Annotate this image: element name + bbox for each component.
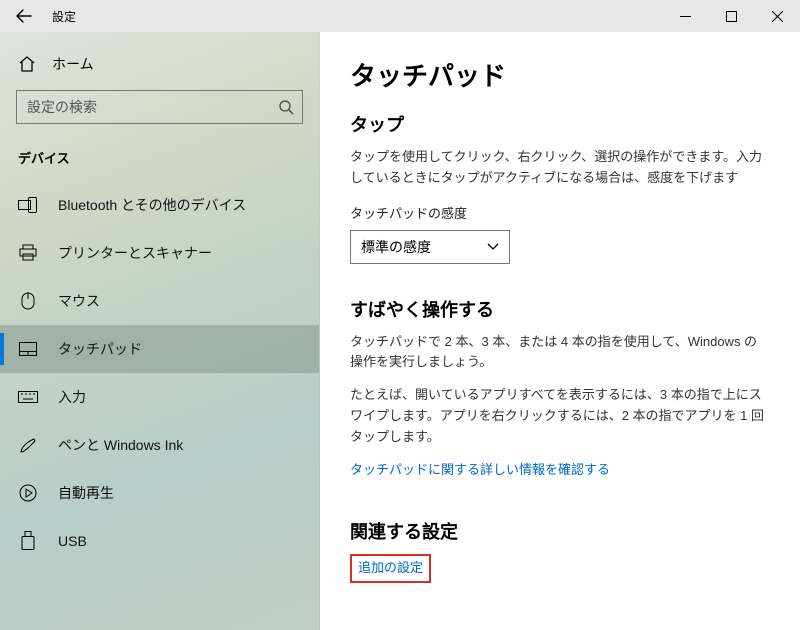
printer-icon bbox=[18, 243, 38, 263]
home-icon bbox=[18, 55, 36, 73]
sidebar-item-label: 自動再生 bbox=[58, 483, 114, 503]
mouse-icon bbox=[18, 291, 38, 311]
content-pane: タッチパッド タップ タップを使用してクリック、右クリック、選択の操作ができます… bbox=[320, 32, 800, 630]
sidebar-item-typing[interactable]: 入力 bbox=[0, 373, 319, 421]
sidebar-item-printers[interactable]: プリンターとスキャナー bbox=[0, 229, 319, 277]
sidebar-item-pen[interactable]: ペンと Windows Ink bbox=[0, 421, 319, 469]
sensitivity-label: タッチパッドの感度 bbox=[350, 203, 770, 222]
sensitivity-value: 標準の感度 bbox=[361, 237, 431, 257]
sidebar-item-autoplay[interactable]: 自動再生 bbox=[0, 469, 319, 517]
section-heading-tap: タップ bbox=[350, 111, 770, 137]
back-button[interactable] bbox=[8, 0, 40, 32]
close-icon bbox=[772, 11, 783, 22]
sidebar-item-label: マウス bbox=[58, 291, 100, 311]
chevron-down-icon bbox=[487, 243, 499, 251]
sidebar-item-label: プリンターとスキャナー bbox=[58, 243, 212, 263]
touchpad-icon bbox=[18, 339, 38, 359]
search-box[interactable] bbox=[16, 90, 303, 124]
maximize-icon bbox=[726, 11, 737, 22]
additional-settings-link[interactable]: 追加の設定 bbox=[350, 554, 431, 583]
maximize-button[interactable] bbox=[708, 0, 754, 32]
close-button[interactable] bbox=[754, 0, 800, 32]
section-heading-gestures: すばやく操作する bbox=[350, 296, 770, 322]
pen-icon bbox=[18, 435, 38, 455]
minimize-button[interactable] bbox=[662, 0, 708, 32]
titlebar: 設定 bbox=[0, 0, 800, 32]
gestures-desc-2: たとえば、開いているアプリすべてを表示するには、3 本の指で上にスワイプします。… bbox=[350, 385, 770, 447]
tap-description: タップを使用してクリック、右クリック、選択の操作ができます。入力しているときにタ… bbox=[350, 147, 770, 189]
gestures-desc-1: タッチパッドで 2 本、3 本、または 4 本の指を使用して、Windows の… bbox=[350, 332, 770, 374]
search-icon bbox=[278, 99, 294, 115]
sidebar-item-label: ペンと Windows Ink bbox=[58, 435, 183, 455]
autoplay-icon bbox=[18, 483, 38, 503]
devices-icon bbox=[18, 195, 38, 215]
sidebar-item-touchpad[interactable]: タッチパッド bbox=[0, 325, 319, 373]
sidebar: ホーム デバイス Bluetooth とその他のデバイス プリンターとスキャナー… bbox=[0, 32, 320, 630]
usb-icon bbox=[18, 531, 38, 551]
touchpad-info-link[interactable]: タッチパッドに関する詳しい情報を確認する bbox=[350, 460, 610, 481]
sidebar-item-label: USB bbox=[58, 533, 87, 549]
sidebar-item-label: 入力 bbox=[58, 387, 86, 407]
settings-window: 設定 ホーム デバイス bbox=[0, 0, 800, 630]
section-heading-related: 関連する設定 bbox=[350, 518, 770, 544]
sidebar-item-label: Bluetooth とその他のデバイス bbox=[58, 195, 246, 215]
sidebar-item-label: タッチパッド bbox=[58, 339, 142, 359]
home-label: ホーム bbox=[52, 54, 94, 74]
window-body: ホーム デバイス Bluetooth とその他のデバイス プリンターとスキャナー… bbox=[0, 32, 800, 630]
sidebar-item-usb[interactable]: USB bbox=[0, 517, 319, 565]
sensitivity-dropdown[interactable]: 標準の感度 bbox=[350, 230, 510, 264]
search-input[interactable] bbox=[27, 99, 278, 115]
minimize-icon bbox=[680, 11, 691, 22]
back-arrow-icon bbox=[16, 8, 32, 24]
window-controls bbox=[662, 0, 800, 32]
window-title: 設定 bbox=[52, 8, 76, 25]
home-link[interactable]: ホーム bbox=[0, 44, 319, 84]
sidebar-item-mouse[interactable]: マウス bbox=[0, 277, 319, 325]
sidebar-item-bluetooth[interactable]: Bluetooth とその他のデバイス bbox=[0, 181, 319, 229]
keyboard-icon bbox=[18, 387, 38, 407]
sidebar-category: デバイス bbox=[0, 138, 319, 181]
page-title: タッチパッド bbox=[350, 56, 770, 93]
